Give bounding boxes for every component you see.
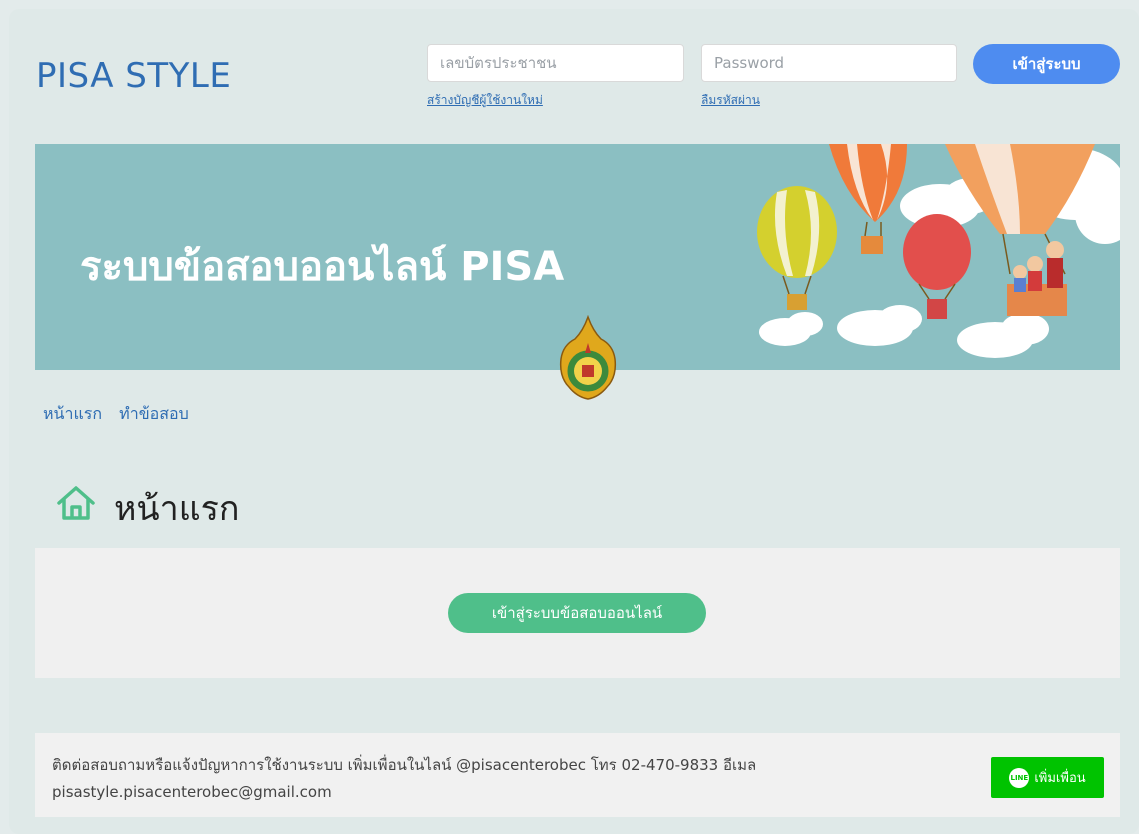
line-icon: LINE — [1009, 767, 1030, 788]
line-add-friend-label: เพิ่มเพื่อน — [1034, 771, 1086, 786]
enter-exam-system-button[interactable]: เข้าสู่ระบบข้อสอบออนไลน์ — [448, 593, 706, 633]
footer-email: pisastyle.pisacenterobec@gmail.com — [52, 783, 332, 801]
password-input[interactable] — [701, 44, 957, 82]
home-icon — [57, 486, 95, 520]
nav-item-home[interactable]: หน้าแรก — [43, 404, 102, 423]
line-add-friend-button[interactable]: LINE เพิ่มเพื่อน — [991, 757, 1104, 798]
nav-item-take-exam[interactable]: ทำข้อสอบ — [119, 404, 189, 423]
site-brand[interactable]: PISA STYLE — [36, 56, 231, 96]
main-nav: หน้าแรก ทำข้อสอบ — [43, 402, 201, 427]
footer-contact-line: ติดต่อสอบถามหรือแจ้งปัญหาการใช้งานระบบ เ… — [52, 756, 757, 774]
forgot-password-link[interactable]: ลืมรหัสผ่าน — [701, 91, 760, 110]
footer-contact-text: ติดต่อสอบถามหรือแจ้งปัญหาการใช้งานระบบ เ… — [52, 752, 932, 806]
page-title: หน้าแรก — [114, 489, 240, 529]
id-card-input[interactable] — [427, 44, 684, 82]
login-button[interactable]: เข้าสู่ระบบ — [973, 44, 1120, 84]
register-link[interactable]: สร้างบัญชีผู้ใช้งานใหม่ — [427, 91, 543, 110]
ministry-emblem-logo — [559, 315, 617, 400]
